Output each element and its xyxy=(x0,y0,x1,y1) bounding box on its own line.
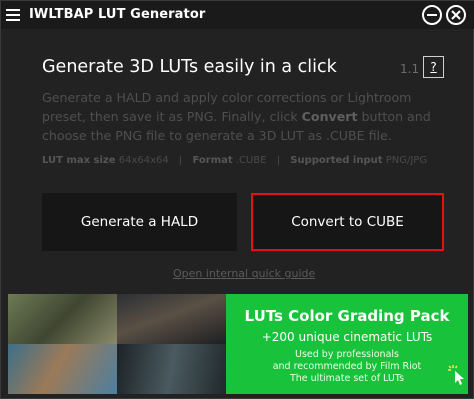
title-bar[interactable]: IWLTBAP LUT Generator xyxy=(1,1,474,29)
banner-photo-collage xyxy=(8,294,226,394)
banner-line: and recommended by Film Riot xyxy=(272,361,422,372)
separator: | xyxy=(276,155,281,166)
banner-subtitle: +200 unique cinematic LUTs xyxy=(261,330,433,344)
supported-input-value: PNG/JPG xyxy=(385,155,428,166)
description-text: Generate a HALD and apply color correcti… xyxy=(42,88,452,145)
supported-input-label: Supported input xyxy=(290,155,383,166)
help-icon: ? xyxy=(430,60,437,74)
separator: | xyxy=(178,155,183,166)
pointer-click-icon xyxy=(448,365,464,385)
banner-line: The ultimate set of LUTs xyxy=(289,373,405,384)
close-icon xyxy=(451,10,461,20)
minimize-button[interactable] xyxy=(422,5,442,25)
lut-size-label: LUT max size xyxy=(42,155,116,166)
app-logo-icon xyxy=(6,9,20,21)
format-value: .CUBE xyxy=(235,155,267,166)
banner-photo xyxy=(8,294,117,344)
window-title: IWLTBAP LUT Generator xyxy=(29,7,206,22)
lut-size-value: 64x64x64 xyxy=(118,155,169,166)
banner-photo xyxy=(117,294,226,344)
version-label: 1.1 xyxy=(400,62,420,76)
banner-line: Used by professionals xyxy=(295,349,399,360)
page-heading: Generate 3D LUTs easily in a click xyxy=(42,57,337,77)
lut-generator-window: IWLTBAP LUT Generator Generate 3D LUTs e… xyxy=(0,0,474,399)
banner-text-panel: LUTs Color Grading Pack +200 unique cine… xyxy=(226,294,468,394)
description-bold: Convert xyxy=(301,109,358,124)
help-button[interactable]: ? xyxy=(423,56,444,78)
banner-photo xyxy=(117,344,226,394)
generate-hald-button[interactable]: Generate a HALD xyxy=(42,193,237,251)
format-label: Format xyxy=(192,155,233,166)
minimize-icon xyxy=(427,14,437,16)
banner-title: LUTs Color Grading Pack xyxy=(244,307,450,325)
specs-line: LUT max size 64x64x64 | Format .CUBE | S… xyxy=(42,155,427,166)
promo-banner[interactable]: LUTs Color Grading Pack +200 unique cine… xyxy=(8,294,468,394)
close-button[interactable] xyxy=(446,5,466,25)
convert-to-cube-button[interactable]: Convert to CUBE xyxy=(251,193,444,251)
banner-photo xyxy=(8,344,117,394)
quick-guide-link[interactable]: Open internal quick guide xyxy=(173,267,315,280)
